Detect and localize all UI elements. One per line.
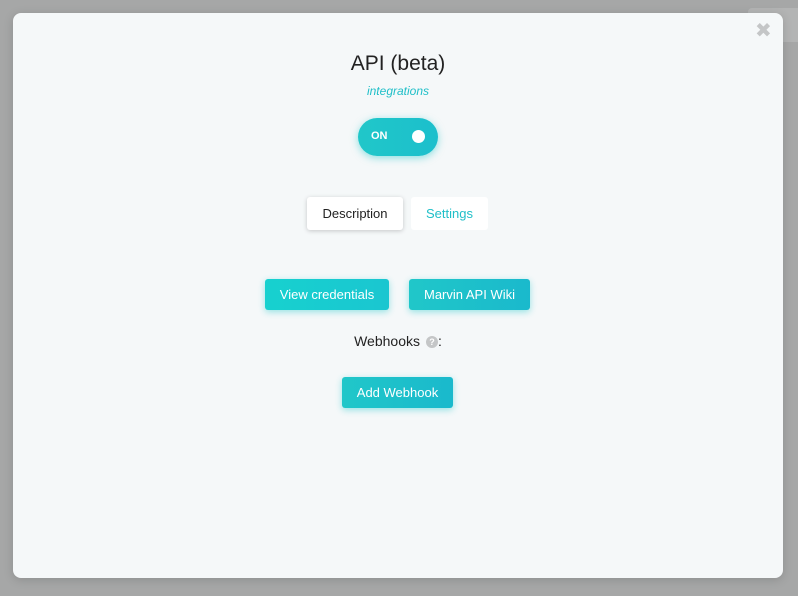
add-webhook-button[interactable]: Add Webhook [342, 377, 453, 408]
toggle-knob [412, 130, 425, 143]
api-integration-modal: ✖ API (beta) integrations ON Description… [13, 13, 783, 578]
close-icon[interactable]: ✖ [755, 21, 772, 41]
webhooks-label: Webhooks [354, 333, 420, 349]
modal-title: API (beta) [350, 52, 446, 75]
tab-settings[interactable]: Settings [411, 197, 488, 230]
view-credentials-button[interactable]: View credentials [265, 279, 389, 310]
tab-description[interactable]: Description [307, 197, 403, 230]
enable-toggle[interactable]: ON [358, 118, 438, 156]
webhooks-heading: Webhooks?: [13, 333, 783, 349]
toggle-label: ON [371, 130, 388, 142]
webhooks-colon: : [438, 333, 442, 349]
modal-subtitle: integrations [366, 84, 430, 98]
question-circle-icon[interactable]: ? [426, 336, 438, 348]
api-wiki-button[interactable]: Marvin API Wiki [409, 279, 530, 310]
